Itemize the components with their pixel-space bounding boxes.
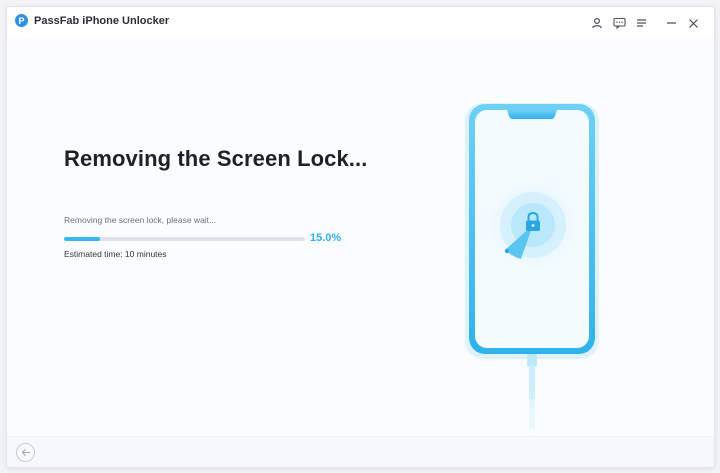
phone-notch (507, 110, 557, 119)
minimize-icon (666, 22, 676, 24)
phone-graphic (465, 103, 599, 429)
back-arrow-icon (21, 448, 30, 457)
app-window: P PassFab iPhone Unlocker Removing the S… (6, 6, 715, 468)
footer-bar (7, 436, 714, 467)
scan-dot (504, 248, 510, 254)
main-content: Removing the Screen Lock... Removing the… (7, 39, 714, 437)
phone-illustration (451, 99, 611, 444)
close-button[interactable] (682, 13, 704, 33)
brand: P PassFab iPhone Unlocker (15, 14, 169, 27)
page-title: Removing the Screen Lock... (64, 146, 368, 171)
progress-percent: 15.0% (310, 232, 342, 244)
account-button[interactable] (586, 13, 608, 33)
feedback-icon (612, 17, 626, 29)
progress-bar (64, 237, 305, 241)
estimated-time: Estimated time: 10 minutes (64, 249, 167, 259)
cable-fade (529, 399, 535, 429)
title-bar: P PassFab iPhone Unlocker (7, 7, 714, 39)
menu-button[interactable] (630, 13, 652, 33)
feedback-button[interactable] (608, 13, 630, 33)
close-icon (688, 18, 698, 28)
app-logo-icon: P (15, 14, 28, 27)
title-bar-controls (586, 13, 704, 33)
back-button[interactable] (16, 443, 35, 462)
minimize-button[interactable] (660, 13, 682, 33)
app-title: PassFab iPhone Unlocker (34, 14, 170, 27)
user-icon (592, 17, 602, 29)
progress-fill (64, 237, 101, 241)
status-text: Removing the screen lock, please wait... (64, 215, 217, 225)
menu-icon (636, 19, 646, 27)
